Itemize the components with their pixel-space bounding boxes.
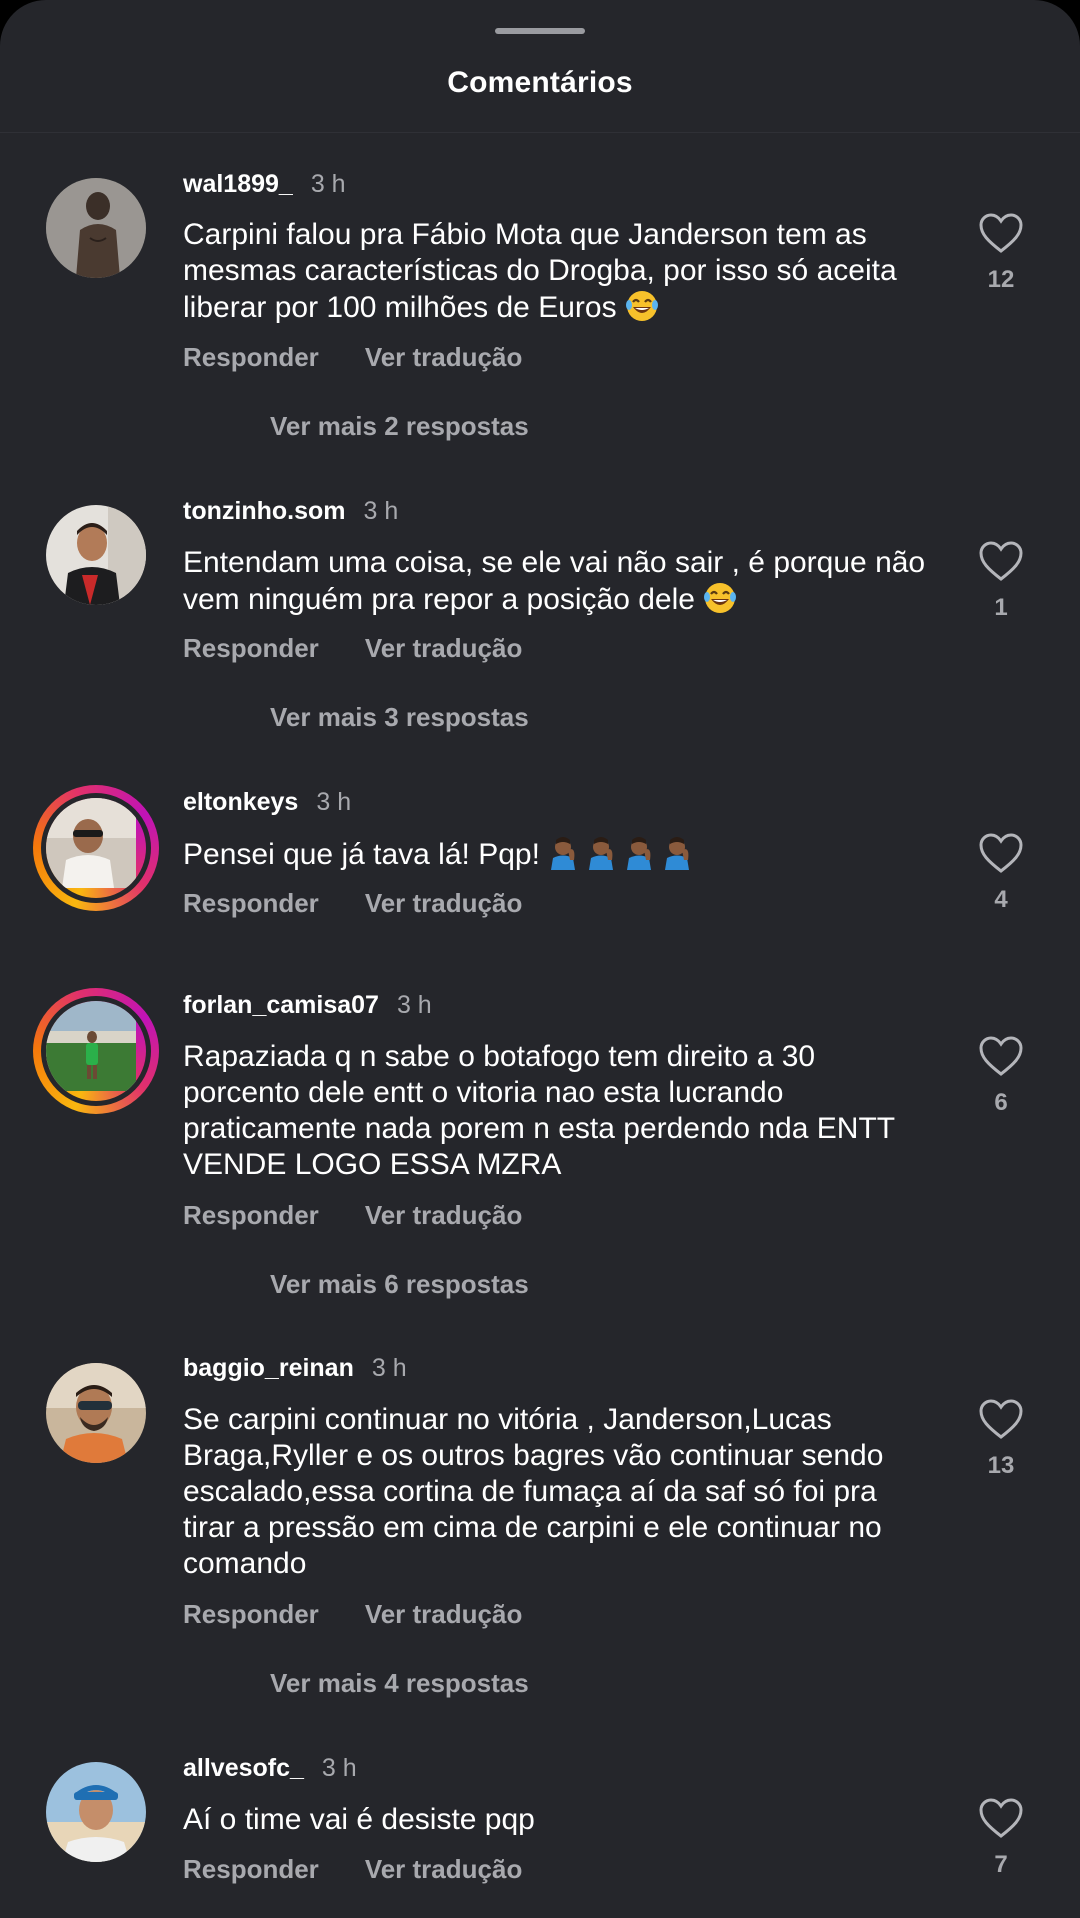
like-count: 4 — [994, 886, 1008, 913]
comment-username[interactable]: allvesofc_ — [183, 1754, 304, 1783]
comment-time: 3 h — [363, 497, 399, 525]
avatar-image — [46, 1363, 146, 1463]
heart-icon[interactable] — [978, 1398, 1024, 1440]
heart-icon[interactable] — [978, 212, 1024, 254]
comment-text: Rapaziada q n sabe o botafogo tem direit… — [183, 1039, 928, 1183]
avatar-story-ring[interactable] — [33, 785, 159, 911]
comment-text: Se carpini continuar no vitória , Jander… — [183, 1402, 928, 1582]
laughing-tears-icon — [625, 291, 658, 321]
translate-button[interactable]: Ver tradução — [365, 1854, 523, 1885]
like-count: 1 — [994, 594, 1008, 621]
avatar-image — [46, 505, 146, 605]
comment-username[interactable]: wal1899_ — [183, 170, 293, 199]
like-count: 13 — [987, 1452, 1015, 1479]
facepalm-icon — [551, 837, 576, 870]
like-count: 7 — [994, 1851, 1008, 1878]
avatar-image — [41, 793, 151, 903]
avatar[interactable] — [44, 503, 148, 607]
comment-body: Entendam uma coisa, se ele vai não sair … — [183, 546, 926, 616]
translate-button[interactable]: Ver tradução — [365, 1200, 523, 1231]
laughing-tears-icon — [704, 583, 737, 613]
translate-button[interactable]: Ver tradução — [365, 1599, 523, 1630]
facepalm-icon — [589, 837, 614, 870]
reply-button[interactable]: Responder — [183, 888, 319, 919]
like-count: 6 — [994, 1089, 1008, 1116]
comment-username[interactable]: forlan_camisa07 — [183, 991, 379, 1020]
comment-text: Entendam uma coisa, se ele vai não sair … — [183, 545, 928, 618]
avatar-image — [46, 178, 146, 278]
reply-button[interactable]: Responder — [183, 1854, 319, 1885]
like-control: 1 — [970, 540, 1032, 622]
comment-text: Carpini falou pra Fábio Mota que Janders… — [183, 217, 928, 326]
view-replies-button[interactable]: Ver mais 3 respostas — [270, 702, 529, 733]
comment-time: 3 h — [371, 1354, 407, 1382]
avatar[interactable] — [44, 1361, 148, 1465]
like-control: 13 — [970, 1398, 1032, 1480]
comment-body: Se carpini continuar no vitória , Jander… — [183, 1403, 884, 1580]
facepalm-icon — [627, 837, 652, 870]
comment-time: 3 h — [316, 788, 352, 816]
comment-username[interactable]: eltonkeys — [183, 788, 298, 817]
view-replies-button[interactable]: Ver mais 6 respostas — [270, 1269, 529, 1300]
reply-button[interactable]: Responder — [183, 342, 319, 373]
avatar[interactable] — [44, 176, 148, 280]
comment-username[interactable]: baggio_reinan — [183, 1354, 354, 1383]
comment-body: Aí o time vai é desiste pqp — [183, 1803, 535, 1836]
like-control: 4 — [970, 832, 1032, 914]
comment-text: Pensei que já tava lá! Pqp! — [183, 836, 928, 873]
comments-sheet: Comentários wal1899_ 3 h Carpini falou p… — [0, 0, 1080, 1918]
like-control: 12 — [970, 212, 1032, 294]
reply-button[interactable]: Responder — [183, 1599, 319, 1630]
heart-icon[interactable] — [978, 1797, 1024, 1839]
like-control: 6 — [970, 1035, 1032, 1117]
comment-time: 3 h — [310, 170, 346, 198]
comment-time: 3 h — [396, 991, 432, 1019]
drag-handle[interactable] — [495, 28, 585, 34]
comment-body: Pensei que já tava lá! Pqp! — [183, 838, 540, 871]
avatar-image — [46, 1762, 146, 1862]
comment-text: Aí o time vai é desiste pqp — [183, 1802, 928, 1838]
translate-button[interactable]: Ver tradução — [365, 888, 523, 919]
translate-button[interactable]: Ver tradução — [365, 342, 523, 373]
comment-username[interactable]: tonzinho.som — [183, 497, 345, 526]
reply-button[interactable]: Responder — [183, 633, 319, 664]
heart-icon[interactable] — [978, 540, 1024, 582]
heart-icon[interactable] — [978, 1035, 1024, 1077]
avatar-story-ring[interactable] — [33, 988, 159, 1114]
reply-button[interactable]: Responder — [183, 1200, 319, 1231]
view-replies-button[interactable]: Ver mais 2 respostas — [270, 411, 529, 442]
translate-button[interactable]: Ver tradução — [365, 633, 523, 664]
heart-icon[interactable] — [978, 832, 1024, 874]
like-control: 7 — [970, 1797, 1032, 1879]
comment-body: Rapaziada q n sabe o botafogo tem direit… — [183, 1040, 895, 1181]
facepalm-icon — [665, 837, 690, 870]
facepalm-emojis — [548, 837, 700, 871]
header-divider — [0, 132, 1080, 133]
comment-time: 3 h — [321, 1754, 357, 1782]
sheet-title: Comentários — [447, 66, 633, 99]
view-replies-button[interactable]: Ver mais 4 respostas — [270, 1668, 529, 1699]
comment-body: Carpini falou pra Fábio Mota que Janders… — [183, 218, 897, 324]
like-count: 12 — [987, 266, 1015, 293]
avatar-image — [41, 996, 151, 1106]
avatar[interactable] — [44, 1760, 148, 1864]
